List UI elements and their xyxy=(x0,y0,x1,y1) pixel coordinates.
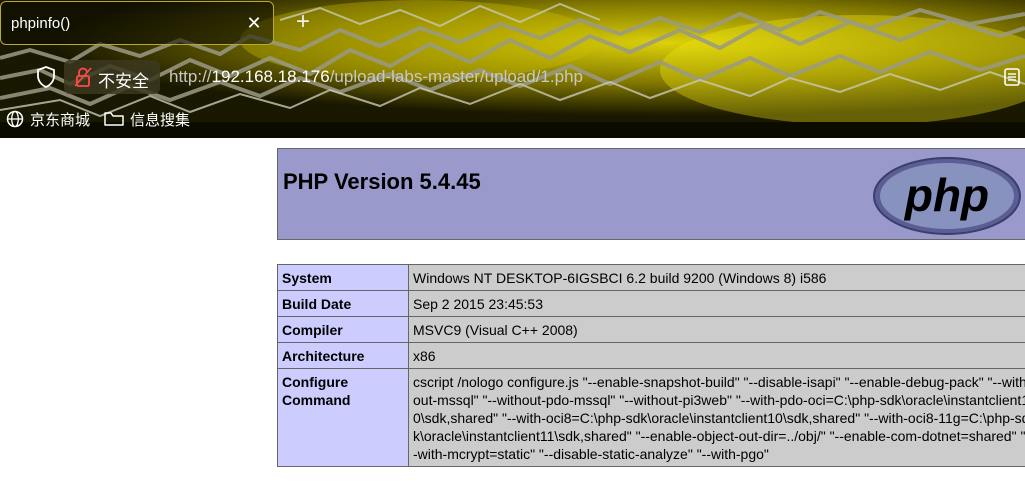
folder-icon xyxy=(104,112,124,126)
row-key: Build Date xyxy=(277,290,409,317)
table-row: System Windows NT DESKTOP-6IGSBCI 6.2 bu… xyxy=(277,264,1025,291)
row-key: Configure Command xyxy=(277,368,409,467)
close-icon[interactable]: ✕ xyxy=(245,12,263,34)
tab-title: phpinfo() xyxy=(11,15,71,32)
php-logo[interactable]: php xyxy=(872,156,1022,236)
url-scheme: http:// xyxy=(169,67,212,86)
php-version-header: PHP Version 5.4.45 php xyxy=(277,148,1025,240)
unlock-icon xyxy=(74,67,92,87)
address-bar[interactable]: http://192.168.18.176/upload-labs-master… xyxy=(169,67,583,87)
row-value: Sep 2 2015 23:45:53 xyxy=(408,290,1025,317)
insecure-label: 不安全 xyxy=(98,72,149,91)
url-host: 192.168.18.176 xyxy=(211,67,330,86)
url-path: /upload-labs-master/upload/1.php xyxy=(329,67,583,86)
globe-icon xyxy=(6,110,24,128)
new-tab-button[interactable]: + xyxy=(292,10,314,34)
row-value: cscript /nologo configure.js "--enable-s… xyxy=(408,368,1025,467)
row-value: Windows NT DESKTOP-6IGSBCI 6.2 build 920… xyxy=(408,264,1025,291)
row-value: x86 xyxy=(408,342,1025,369)
reader-mode-icon[interactable] xyxy=(1004,68,1020,86)
bookmark-folder-info[interactable]: 信息搜集 xyxy=(104,108,190,130)
bookmark-label: 京东商城 xyxy=(30,111,91,129)
bookmark-label: 信息搜集 xyxy=(130,111,191,129)
security-indicator[interactable]: 不安全 xyxy=(64,60,160,94)
table-row: Compiler MSVC9 (Visual C++ 2008) xyxy=(277,316,1025,343)
row-key: Compiler xyxy=(277,316,409,343)
shield-icon[interactable] xyxy=(36,66,56,88)
php-logo-text: php xyxy=(903,169,989,221)
row-value: MSVC9 (Visual C++ 2008) xyxy=(408,316,1025,343)
table-row: Configure Command cscript /nologo config… xyxy=(277,368,1025,467)
browser-chrome: phpinfo() ✕ + 不安全 http://192.168.18.176/… xyxy=(0,0,1025,138)
page-title: PHP Version 5.4.45 xyxy=(283,169,481,194)
row-key: System xyxy=(277,264,409,291)
php-info-table: System Windows NT DESKTOP-6IGSBCI 6.2 bu… xyxy=(277,264,1025,467)
table-row: Build Date Sep 2 2015 23:45:53 xyxy=(277,290,1025,317)
bookmark-jd[interactable]: 京东商城 xyxy=(6,108,90,130)
browser-tab[interactable]: phpinfo() ✕ xyxy=(0,1,274,45)
row-key: Architecture xyxy=(277,342,409,369)
table-row: Architecture x86 xyxy=(277,342,1025,369)
